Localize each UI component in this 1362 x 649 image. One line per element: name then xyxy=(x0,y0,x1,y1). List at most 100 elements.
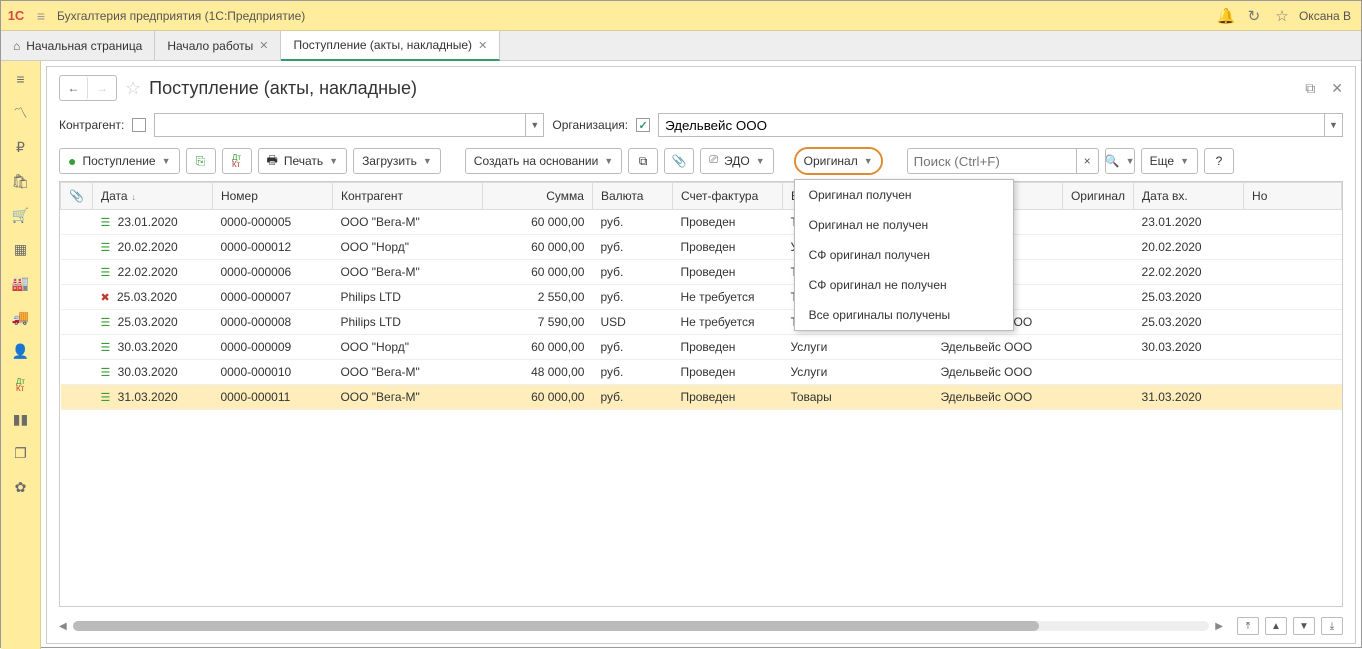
sidebar-stats-icon[interactable]: ▮▮ xyxy=(9,409,33,429)
sidebar-dtkt-icon[interactable]: ДтКт xyxy=(9,375,33,395)
contractor-dropdown-icon[interactable]: ▼ xyxy=(526,113,544,137)
history-icon[interactable]: ↻ xyxy=(1243,5,1265,27)
sidebar-ruble-icon[interactable]: ₽ xyxy=(9,137,33,157)
table-row[interactable]: ☰ 22.02.20200000-000006ООО "Вега-М"60 00… xyxy=(61,260,1342,285)
col-sum[interactable]: Сумма xyxy=(482,183,592,210)
page-up-button[interactable]: ▲ xyxy=(1265,617,1287,635)
goto-top-button[interactable]: ⤒ xyxy=(1237,617,1259,635)
table-row[interactable]: ☰ 30.03.20200000-000009ООО "Норд"60 000,… xyxy=(61,335,1342,360)
sidebar-chart-icon[interactable]: 〽 xyxy=(9,103,33,123)
org-checkbox[interactable] xyxy=(636,118,650,132)
original-menu-item[interactable]: Оригинал не получен xyxy=(795,210,1013,240)
original-menu-item[interactable]: Все оригиналы получены xyxy=(795,300,1013,330)
sidebar-boxes-icon[interactable]: ▦ xyxy=(9,239,33,259)
sidebar-person-icon[interactable]: 👤 xyxy=(9,341,33,361)
sidebar-factory-icon[interactable]: 🏭 xyxy=(9,273,33,293)
page-down-button[interactable]: ▼ xyxy=(1293,617,1315,635)
sidebar: ≡ 〽 ₽ 🛍 🛒 ▦ 🏭 🚚 👤 ДтКт ▮▮ ❐ ✿ xyxy=(1,61,41,649)
caret-down-icon: ▼ xyxy=(756,156,765,166)
back-button[interactable]: ← xyxy=(60,76,88,100)
close-page-icon[interactable]: ✕ xyxy=(1331,80,1343,97)
original-menu-item[interactable]: СФ оригинал получен xyxy=(795,240,1013,270)
more-button[interactable]: Еще ▼ xyxy=(1141,148,1198,174)
caret-down-icon: ▼ xyxy=(423,156,432,166)
search-clear-button[interactable]: × xyxy=(1077,148,1099,174)
scroll-left-icon[interactable]: ◀ xyxy=(59,621,67,632)
favorite-star-icon[interactable]: ☆ xyxy=(125,78,141,99)
table-row[interactable]: ☰ 20.02.20200000-000012ООО "Норд"60 000,… xyxy=(61,235,1342,260)
tab-close-icon[interactable]: ✕ xyxy=(478,39,487,52)
sidebar-settings-icon[interactable]: ✿ xyxy=(9,477,33,497)
org-input[interactable] xyxy=(658,113,1325,137)
search-input[interactable] xyxy=(907,148,1077,174)
edo-button[interactable]: ⎚ ЭДО ▼ xyxy=(700,148,773,174)
contractor-input[interactable] xyxy=(154,113,526,137)
col-ext[interactable]: Но xyxy=(1244,183,1342,210)
goto-bottom-button[interactable]: ⤓ xyxy=(1321,617,1343,635)
sidebar-books-icon[interactable]: ❐ xyxy=(9,443,33,463)
titlebar: 1С ≡ Бухгалтерия предприятия (1С:Предпри… xyxy=(1,1,1361,31)
col-date[interactable]: Дата↓ xyxy=(92,183,212,210)
create-button-label: Поступление xyxy=(82,154,155,168)
caret-down-icon: ▼ xyxy=(604,156,613,166)
edo-label: ЭДО xyxy=(724,154,750,168)
table-row[interactable]: ☰ 25.03.20200000-000008Philips LTD7 590,… xyxy=(61,310,1342,335)
original-menu-item[interactable]: Оригинал получен xyxy=(795,180,1013,210)
original-label: Оригинал xyxy=(804,154,858,168)
horizontal-scrollbar[interactable] xyxy=(73,621,1210,631)
create-based-button[interactable]: Создать на основании ▼ xyxy=(465,148,622,174)
table-row[interactable]: ☰ 23.01.20200000-000005ООО "Вега-М"60 00… xyxy=(61,210,1342,235)
col-invoice[interactable]: Счет-фактура xyxy=(672,183,782,210)
copy-icon: ⎘ xyxy=(196,154,206,169)
caret-down-icon: ▼ xyxy=(864,156,873,166)
related-button[interactable]: ⧉ xyxy=(628,148,658,174)
search-icon: 🔍 xyxy=(1105,154,1120,168)
original-menu: Оригинал полученОригинал не полученСФ ор… xyxy=(794,179,1014,331)
col-currency[interactable]: Валюта xyxy=(592,183,672,210)
dtkt-icon: ДтКт xyxy=(232,154,241,168)
col-contractor[interactable]: Контрагент xyxy=(332,183,482,210)
link-icon[interactable]: ⧉ xyxy=(1305,80,1315,97)
caret-down-icon: ▼ xyxy=(1180,156,1189,166)
doc-status-icon: ☰ xyxy=(100,367,110,379)
tab-close-icon[interactable]: ✕ xyxy=(259,39,268,52)
sidebar-bag-icon[interactable]: 🛍 xyxy=(9,171,33,191)
table-row[interactable]: ✖ 25.03.20200000-000007Philips LTD2 550,… xyxy=(61,285,1342,310)
doc-status-icon: ☰ xyxy=(100,242,110,254)
menu-icon[interactable]: ≡ xyxy=(31,2,51,30)
bell-icon[interactable]: 🔔 xyxy=(1215,5,1237,27)
table-row[interactable]: ☰ 31.03.20200000-000011ООО "Вега-М"60 00… xyxy=(61,385,1342,410)
col-date-in[interactable]: Дата вх. xyxy=(1134,183,1244,210)
original-menu-item[interactable]: СФ оригинал не получен xyxy=(795,270,1013,300)
scroll-right-icon[interactable]: ▶ xyxy=(1215,621,1223,632)
help-button[interactable]: ? xyxy=(1204,148,1234,174)
create-button[interactable]: ● Поступление ▼ xyxy=(59,148,180,174)
tab-start-work-label: Начало работы xyxy=(167,39,253,53)
sidebar-truck-icon[interactable]: 🚚 xyxy=(9,307,33,327)
user-name[interactable]: Оксана В xyxy=(1299,9,1351,23)
attach-button[interactable]: 📎 xyxy=(664,148,694,174)
doc-status-icon: ✖ xyxy=(100,292,109,304)
table-row[interactable]: ☰ 30.03.20200000-000010ООО "Вега-М"48 00… xyxy=(61,360,1342,385)
tab-home-label: Начальная страница xyxy=(26,39,142,53)
col-attach[interactable]: 📎 xyxy=(61,183,93,210)
star-icon[interactable]: ☆ xyxy=(1271,5,1293,27)
sidebar-cart-icon[interactable]: 🛒 xyxy=(9,205,33,225)
more-label: Еще xyxy=(1150,154,1174,168)
dtkt-button[interactable]: ДтКт xyxy=(222,148,252,174)
original-button[interactable]: Оригинал ▼ xyxy=(796,149,881,173)
copy-button[interactable]: ⎘ xyxy=(186,148,216,174)
related-icon: ⧉ xyxy=(639,154,648,169)
forward-button: → xyxy=(88,76,116,100)
load-button[interactable]: Загрузить ▼ xyxy=(353,148,441,174)
col-number[interactable]: Номер xyxy=(212,183,332,210)
tab-home[interactable]: ⌂ Начальная страница xyxy=(1,31,155,60)
search-button[interactable]: 🔍▼ xyxy=(1105,148,1135,174)
contractor-checkbox[interactable] xyxy=(132,118,146,132)
print-button[interactable]: 🖶 Печать ▼ xyxy=(258,148,348,174)
tab-start-work[interactable]: Начало работы ✕ xyxy=(155,31,281,60)
tab-receipts[interactable]: Поступление (акты, накладные) ✕ xyxy=(281,31,500,61)
org-dropdown-icon[interactable]: ▼ xyxy=(1325,113,1343,137)
col-original[interactable]: Оригинал xyxy=(1062,183,1133,210)
sidebar-menu-icon[interactable]: ≡ xyxy=(9,69,33,89)
